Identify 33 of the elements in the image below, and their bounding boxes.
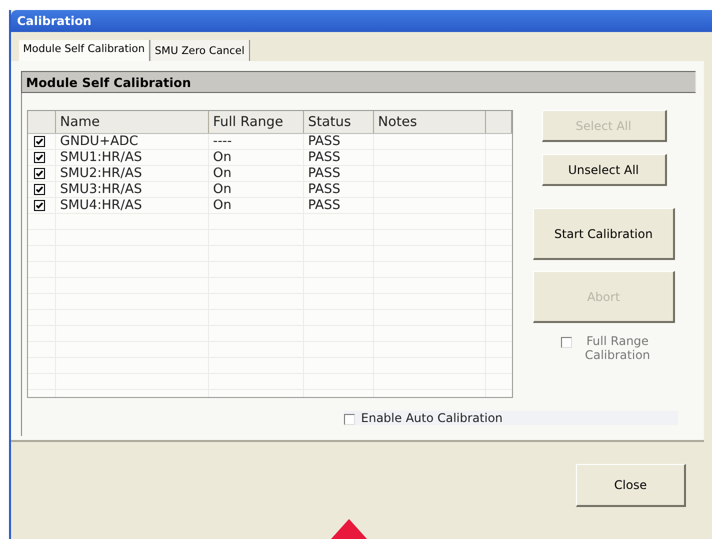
table-cell: PASS (308, 166, 340, 181)
table-cell: On (213, 150, 232, 165)
row-checkbox[interactable] (34, 152, 45, 163)
auto-calibration-checkbox[interactable]: Enable Auto Calibration (344, 411, 678, 425)
pointer-arrow-icon (331, 519, 367, 539)
table-cell: On (213, 198, 232, 213)
table-cell: SMU3:HR/AS (60, 182, 142, 197)
window-title: Calibration (17, 14, 92, 28)
column-header: Name (56, 111, 209, 133)
table-cell: On (213, 182, 232, 197)
table-cell: PASS (308, 150, 340, 165)
table-cell: ---- (213, 134, 232, 149)
table-cell: On (213, 166, 232, 181)
tab[interactable]: SMU Zero Cancel (150, 40, 250, 61)
row-checkbox[interactable] (34, 200, 45, 211)
side-button[interactable]: Unselect All (542, 154, 666, 186)
group-title: Module Self Calibration (26, 74, 192, 90)
table-cell: SMU4:HR/AS (60, 198, 142, 213)
side-button[interactable]: Start Calibration (533, 208, 675, 260)
row-checkbox[interactable] (34, 168, 45, 179)
table-cell: PASS (308, 198, 340, 213)
column-header: Full Range (209, 111, 304, 133)
row-checkbox[interactable] (34, 184, 45, 195)
column-header: Status (304, 111, 374, 133)
table-cell: SMU2:HR/AS (60, 166, 142, 181)
table-cell: PASS (308, 182, 340, 197)
column-header: Notes (374, 111, 486, 133)
close-button[interactable]: Close (576, 464, 686, 507)
table-cell: SMU1:HR/AS (60, 150, 142, 165)
row-checkbox[interactable] (34, 136, 45, 147)
table-cell: PASS (308, 134, 340, 149)
table-cell: GNDU+ADC (60, 134, 138, 149)
tab[interactable]: Module Self Calibration (19, 40, 150, 61)
